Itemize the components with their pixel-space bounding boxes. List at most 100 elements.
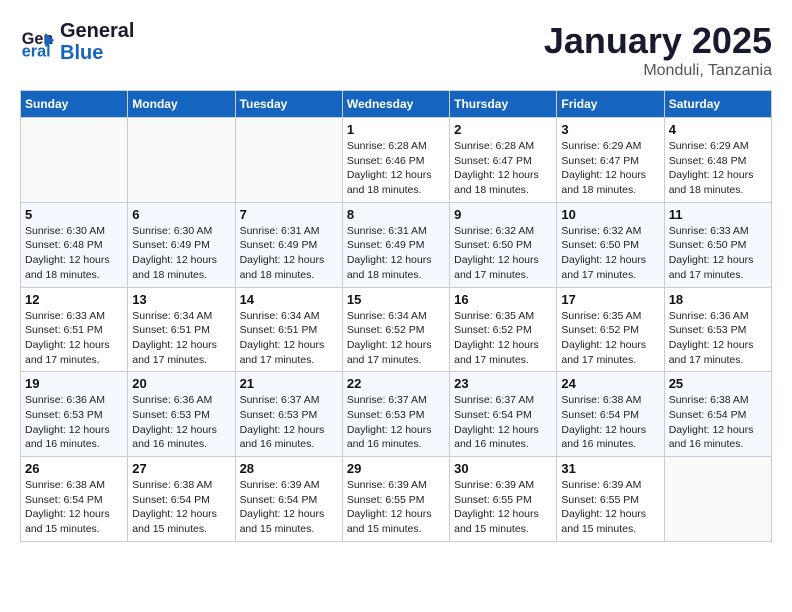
calendar-cell: 27 Sunrise: 6:38 AM Sunset: 6:54 PM Dayli… [128,457,235,542]
day-number: 4 [669,122,767,137]
day-info: Sunrise: 6:35 AM Sunset: 6:52 PM Dayligh… [561,309,659,368]
calendar-cell: 12Sunrise: 6:33 AM Sunset: 6:51 PM Dayli… [21,287,128,372]
day-number: 11 [669,207,767,222]
day-number: 22 [347,376,445,391]
day-info: Sunrise: 6:38 AM Sunset: 6:54 PM Dayligh… [25,478,123,537]
day-info: Sunrise: 6:31 AM Sunset: 6:49 PM Dayligh… [347,224,445,283]
calendar-cell [128,118,235,203]
calendar-cell: 25 Sunrise: 6:38 AM Sunset: 6:54 PM Dayli… [664,372,771,457]
day-info: Sunrise: 6:28 AM Sunset: 6:47 PM Dayligh… [454,139,552,198]
day-number: 12 [25,292,123,307]
day-info: Sunrise: 6:35 AM Sunset: 6:52 PM Dayligh… [454,309,552,368]
day-info: Sunrise: 6:39 AM Sunset: 6:55 PM Dayligh… [454,478,552,537]
day-number: 15 [347,292,445,307]
calendar-cell: 8 Sunrise: 6:31 AM Sunset: 6:49 PM Daylig… [342,202,449,287]
calendar-cell: 4 Sunrise: 6:29 AM Sunset: 6:48 PM Daylig… [664,118,771,203]
day-info: Sunrise: 6:30 AM Sunset: 6:48 PM Dayligh… [25,224,123,283]
day-number: 3 [561,122,659,137]
calendar-cell: 15 Sunrise: 6:34 AM Sunset: 6:52 PM Dayli… [342,287,449,372]
day-info: Sunrise: 6:34 AM Sunset: 6:52 PM Dayligh… [347,309,445,368]
calendar-cell: 21Sunrise: 6:37 AM Sunset: 6:53 PM Dayli… [235,372,342,457]
day-info: Sunrise: 6:34 AM Sunset: 6:51 PM Dayligh… [132,309,230,368]
day-number: 13 [132,292,230,307]
calendar-cell: 22 Sunrise: 6:37 AM Sunset: 6:53 PM Dayli… [342,372,449,457]
weekday-header-wednesday: Wednesday [342,91,449,118]
day-number: 23 [454,376,552,391]
weekday-header-row: SundayMondayTuesdayWednesdayThursdayFrid… [21,91,772,118]
calendar-cell: 2 Sunrise: 6:28 AM Sunset: 6:47 PM Daylig… [450,118,557,203]
calendar-cell: 5 Sunrise: 6:30 AM Sunset: 6:48 PM Daylig… [21,202,128,287]
weekday-header-monday: Monday [128,91,235,118]
logo: Gen eral General Blue [20,20,134,64]
calendar-cell: 16 Sunrise: 6:35 AM Sunset: 6:52 PM Dayli… [450,287,557,372]
day-number: 10 [561,207,659,222]
day-info: Sunrise: 6:38 AM Sunset: 6:54 PM Dayligh… [561,393,659,452]
day-info: Sunrise: 6:36 AM Sunset: 6:53 PM Dayligh… [132,393,230,452]
week-row-1: 1 Sunrise: 6:28 AM Sunset: 6:46 PM Daylig… [21,118,772,203]
logo-icon: Gen eral [20,24,56,60]
calendar-cell: 11 Sunrise: 6:33 AM Sunset: 6:50 PM Dayli… [664,202,771,287]
day-number: 25 [669,376,767,391]
calendar-cell: 10Sunrise: 6:32 AM Sunset: 6:50 PM Dayli… [557,202,664,287]
calendar-cell: 3 Sunrise: 6:29 AM Sunset: 6:47 PM Daylig… [557,118,664,203]
calendar-cell: 17Sunrise: 6:35 AM Sunset: 6:52 PM Dayli… [557,287,664,372]
day-info: Sunrise: 6:37 AM Sunset: 6:53 PM Dayligh… [240,393,338,452]
calendar-cell: 23 Sunrise: 6:37 AM Sunset: 6:54 PM Dayli… [450,372,557,457]
weekday-header-saturday: Saturday [664,91,771,118]
day-number: 28 [240,461,338,476]
day-number: 2 [454,122,552,137]
day-number: 31 [561,461,659,476]
day-info: Sunrise: 6:37 AM Sunset: 6:54 PM Dayligh… [454,393,552,452]
week-row-3: 12Sunrise: 6:33 AM Sunset: 6:51 PM Dayli… [21,287,772,372]
day-info: Sunrise: 6:38 AM Sunset: 6:54 PM Dayligh… [669,393,767,452]
calendar-cell: 18Sunrise: 6:36 AM Sunset: 6:53 PM Dayli… [664,287,771,372]
day-info: Sunrise: 6:32 AM Sunset: 6:50 PM Dayligh… [454,224,552,283]
month-title: January 2025 [544,20,772,62]
day-info: Sunrise: 6:39 AM Sunset: 6:55 PM Dayligh… [561,478,659,537]
weekday-header-sunday: Sunday [21,91,128,118]
calendar-cell: 20 Sunrise: 6:36 AM Sunset: 6:53 PM Dayli… [128,372,235,457]
day-info: Sunrise: 6:37 AM Sunset: 6:53 PM Dayligh… [347,393,445,452]
weekday-header-thursday: Thursday [450,91,557,118]
day-number: 29 [347,461,445,476]
day-number: 24 [561,376,659,391]
logo-text-line1: General [60,20,134,42]
day-number: 18 [669,292,767,307]
weekday-header-friday: Friday [557,91,664,118]
calendar-cell [235,118,342,203]
day-info: Sunrise: 6:36 AM Sunset: 6:53 PM Dayligh… [25,393,123,452]
day-number: 14 [240,292,338,307]
calendar-cell [21,118,128,203]
day-info: Sunrise: 6:29 AM Sunset: 6:48 PM Dayligh… [669,139,767,198]
calendar-cell: 29 Sunrise: 6:39 AM Sunset: 6:55 PM Dayli… [342,457,449,542]
day-number: 8 [347,207,445,222]
calendar-cell: 26Sunrise: 6:38 AM Sunset: 6:54 PM Dayli… [21,457,128,542]
day-info: Sunrise: 6:38 AM Sunset: 6:54 PM Dayligh… [132,478,230,537]
day-number: 30 [454,461,552,476]
day-number: 7 [240,207,338,222]
day-info: Sunrise: 6:31 AM Sunset: 6:49 PM Dayligh… [240,224,338,283]
calendar-cell: 14Sunrise: 6:34 AM Sunset: 6:51 PM Dayli… [235,287,342,372]
week-row-4: 19Sunrise: 6:36 AM Sunset: 6:53 PM Dayli… [21,372,772,457]
day-info: Sunrise: 6:33 AM Sunset: 6:50 PM Dayligh… [669,224,767,283]
day-number: 27 [132,461,230,476]
day-info: Sunrise: 6:29 AM Sunset: 6:47 PM Dayligh… [561,139,659,198]
calendar-table: SundayMondayTuesdayWednesdayThursdayFrid… [20,90,772,542]
day-info: Sunrise: 6:30 AM Sunset: 6:49 PM Dayligh… [132,224,230,283]
day-number: 5 [25,207,123,222]
calendar-cell: 24 Sunrise: 6:38 AM Sunset: 6:54 PM Dayli… [557,372,664,457]
day-number: 20 [132,376,230,391]
day-info: Sunrise: 6:28 AM Sunset: 6:46 PM Dayligh… [347,139,445,198]
day-number: 1 [347,122,445,137]
calendar-cell: 7 Sunrise: 6:31 AM Sunset: 6:49 PM Daylig… [235,202,342,287]
weekday-header-tuesday: Tuesday [235,91,342,118]
logo-text-line2: Blue [60,42,134,64]
day-number: 16 [454,292,552,307]
day-number: 6 [132,207,230,222]
calendar-cell: 1 Sunrise: 6:28 AM Sunset: 6:46 PM Daylig… [342,118,449,203]
week-row-5: 26Sunrise: 6:38 AM Sunset: 6:54 PM Dayli… [21,457,772,542]
week-row-2: 5 Sunrise: 6:30 AM Sunset: 6:48 PM Daylig… [21,202,772,287]
location: Monduli, Tanzania [544,62,772,80]
day-number: 9 [454,207,552,222]
day-info: Sunrise: 6:39 AM Sunset: 6:55 PM Dayligh… [347,478,445,537]
